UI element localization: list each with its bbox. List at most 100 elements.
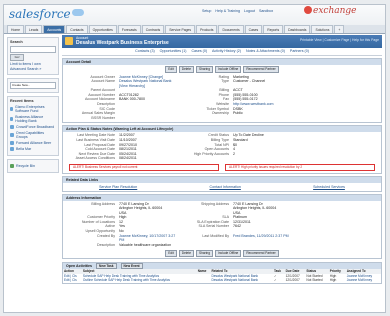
- status: Not Started: [306, 278, 323, 283]
- field-value: 08/24/2011: [119, 156, 137, 161]
- field-value: [119, 116, 181, 121]
- advanced-search-link[interactable]: Advanced Search »: [10, 67, 56, 71]
- include-offline-button[interactable]: Include Offline: [214, 66, 242, 73]
- activity-subject-link[interactable]: Outline Schedule SAP Help Desk Training …: [82, 278, 197, 283]
- activity-section: Action Plan & Status Notes (Warning Left…: [62, 125, 382, 174]
- modified-by-link[interactable]: Fred Brandes, 11/29/2011 2:37 PM: [233, 234, 293, 243]
- open-activities-table: Action Subject Name Related To Task Due …: [63, 268, 381, 283]
- account-icon: [10, 133, 14, 137]
- recent-item[interactable]: Forward Alliance Beer: [10, 141, 56, 145]
- edit-button[interactable]: Edit: [165, 250, 177, 257]
- sharing-button[interactable]: Sharing: [195, 66, 213, 73]
- field-value[interactable]: Desalus Westpark National Bank [View Hie…: [119, 79, 181, 88]
- recent-items-panel: Recent Items Gizmo Enterprises Software …: [7, 96, 59, 156]
- recent-item[interactable]: Gizmo Enterprises Software Fund: [10, 105, 56, 113]
- table-row: Edit | Cls Outline Schedule SAP Help Des…: [63, 278, 381, 283]
- tab-opportunities[interactable]: Opportunities: [88, 25, 117, 33]
- tab-service-pages[interactable]: Service Pages: [165, 25, 196, 33]
- sharing-button[interactable]: Sharing: [195, 250, 213, 257]
- page-title-bar: Account Desalus Westpark Business Enterp…: [62, 35, 382, 48]
- page-header-links[interactable]: Printable View | Customize Page | Help f…: [300, 38, 379, 42]
- new-task-button[interactable]: New Task: [96, 262, 117, 270]
- help-link[interactable]: Help & Training: [215, 9, 240, 13]
- service-plan-link[interactable]: Service Plan Resolution: [99, 185, 137, 189]
- account-icon: [10, 141, 14, 145]
- new-event-button[interactable]: New Event: [120, 262, 143, 270]
- delete-button[interactable]: Delete: [178, 66, 194, 73]
- assigned-to-link[interactable]: Joanne McKinney: [346, 278, 381, 283]
- setup-link[interactable]: Setup: [202, 9, 211, 13]
- tab-forecasts[interactable]: Forecasts: [117, 25, 141, 33]
- page-title: Desalus Westpark Business Enterprise: [76, 40, 169, 46]
- alert-row: ALERT! Business Services payroll not cur…: [63, 163, 381, 173]
- include-offline-button[interactable]: Include Offline: [214, 250, 242, 257]
- tab-add[interactable]: +: [334, 25, 345, 33]
- exchange-logo[interactable]: exchange: [304, 6, 357, 16]
- detail-grid: Account Owner Joanne McKinney [Change] Rat…: [63, 74, 381, 123]
- open-activities-title: Open Activities: [66, 263, 93, 268]
- delete-button[interactable]: Delete: [178, 250, 194, 257]
- tab-documents[interactable]: Documents: [218, 25, 244, 33]
- account-icon: [65, 37, 73, 45]
- related-link[interactable]: Cases (0): [191, 48, 207, 55]
- tab-accounts[interactable]: Accounts: [43, 25, 66, 33]
- field-value: [233, 243, 293, 248]
- detail-buttons: Edit Delete Sharing Include Offline Reco…: [63, 65, 381, 74]
- salesforce-logo[interactable]: salesforce: [9, 7, 84, 21]
- related-link[interactable]: Opportunities (1): [160, 48, 187, 55]
- related-link[interactable]: Partners (0): [290, 48, 309, 55]
- logout-link[interactable]: Logout: [244, 9, 255, 13]
- recycle-bin-link[interactable]: Recycle Bin: [10, 164, 56, 168]
- tab-contacts[interactable]: Contacts: [66, 25, 88, 33]
- tab-home[interactable]: Home: [7, 25, 25, 33]
- related-link[interactable]: Notes & Attachments (0): [246, 48, 285, 55]
- detail-buttons-bottom: Edit Delete Sharing Include Offline Reco…: [63, 249, 381, 258]
- recommend-partner-button[interactable]: Recommend Partner: [243, 66, 279, 73]
- app-header: salesforce Setup Help & Training Logout …: [4, 5, 385, 25]
- recent-items-title: Recent Items: [10, 99, 34, 103]
- field-value: Customer - Channel: [233, 79, 266, 84]
- recent-item[interactable]: Business Alliance Holding Bank: [10, 115, 56, 123]
- tab-contracts[interactable]: Contracts: [141, 25, 165, 33]
- field-label: BSSR Number: [91, 115, 115, 120]
- limit-checkbox-label[interactable]: Limit to items I own: [10, 62, 56, 66]
- create-new-panel: Create New...: [7, 78, 59, 93]
- tab-dashboards[interactable]: Dashboards: [284, 25, 311, 33]
- search-button[interactable]: Go!: [10, 54, 24, 61]
- sandbox-link[interactable]: Sandbox: [259, 9, 273, 13]
- recent-item[interactable]: Omni Capabilities Groups: [10, 131, 56, 139]
- field-label: Description: [97, 242, 115, 247]
- search-title: Search: [10, 40, 23, 44]
- related-link[interactable]: Contacts (3): [135, 48, 155, 55]
- account-icon: [10, 107, 14, 111]
- field-label: Asset Access Conditions: [75, 156, 115, 161]
- account-icon: [10, 147, 14, 151]
- alert-message: ALERT! High priority issues required res…: [225, 164, 375, 171]
- address-section: Address Information Billing Address 7740 …: [62, 193, 382, 259]
- tab-cases[interactable]: Cases: [244, 25, 263, 33]
- created-by-link[interactable]: Joanne McKinney, 10/17/2007 3:27 PM: [119, 234, 181, 243]
- field-label: [185, 156, 229, 161]
- related-link[interactable]: Activity History (2): [212, 48, 241, 55]
- edit-button[interactable]: Edit: [165, 66, 177, 73]
- row-actions[interactable]: Edit | Cls: [63, 278, 82, 283]
- field-value: [233, 116, 293, 121]
- tab-leads[interactable]: Leads: [25, 25, 43, 33]
- field-label: Account Name: [91, 79, 115, 84]
- field-value: [233, 156, 293, 161]
- related-to-link[interactable]: Desalus Westpark National Bank: [210, 278, 273, 283]
- recent-item[interactable]: Bella Mar: [10, 147, 56, 151]
- recommend-partner-button[interactable]: Recommend Partner: [243, 250, 279, 257]
- tab-reports[interactable]: Reports: [263, 25, 284, 33]
- scheduled-services-link[interactable]: Scheduled Services: [313, 185, 345, 189]
- create-new-select[interactable]: Create New...: [10, 82, 56, 89]
- recycle-bin-panel: Recycle Bin: [7, 159, 59, 173]
- contact-info-link[interactable]: Contact Information: [210, 185, 241, 189]
- search-input[interactable]: [10, 46, 56, 53]
- account-icon: [10, 117, 14, 121]
- related-data-links: Service Plan Resolution Contact Informat…: [63, 183, 381, 191]
- recent-item[interactable]: CrowdForce Broadband: [10, 125, 56, 129]
- field-label: Last Modified By: [202, 233, 229, 238]
- tab-products[interactable]: Products: [196, 25, 218, 33]
- tab-solutions[interactable]: Solutions: [311, 25, 334, 33]
